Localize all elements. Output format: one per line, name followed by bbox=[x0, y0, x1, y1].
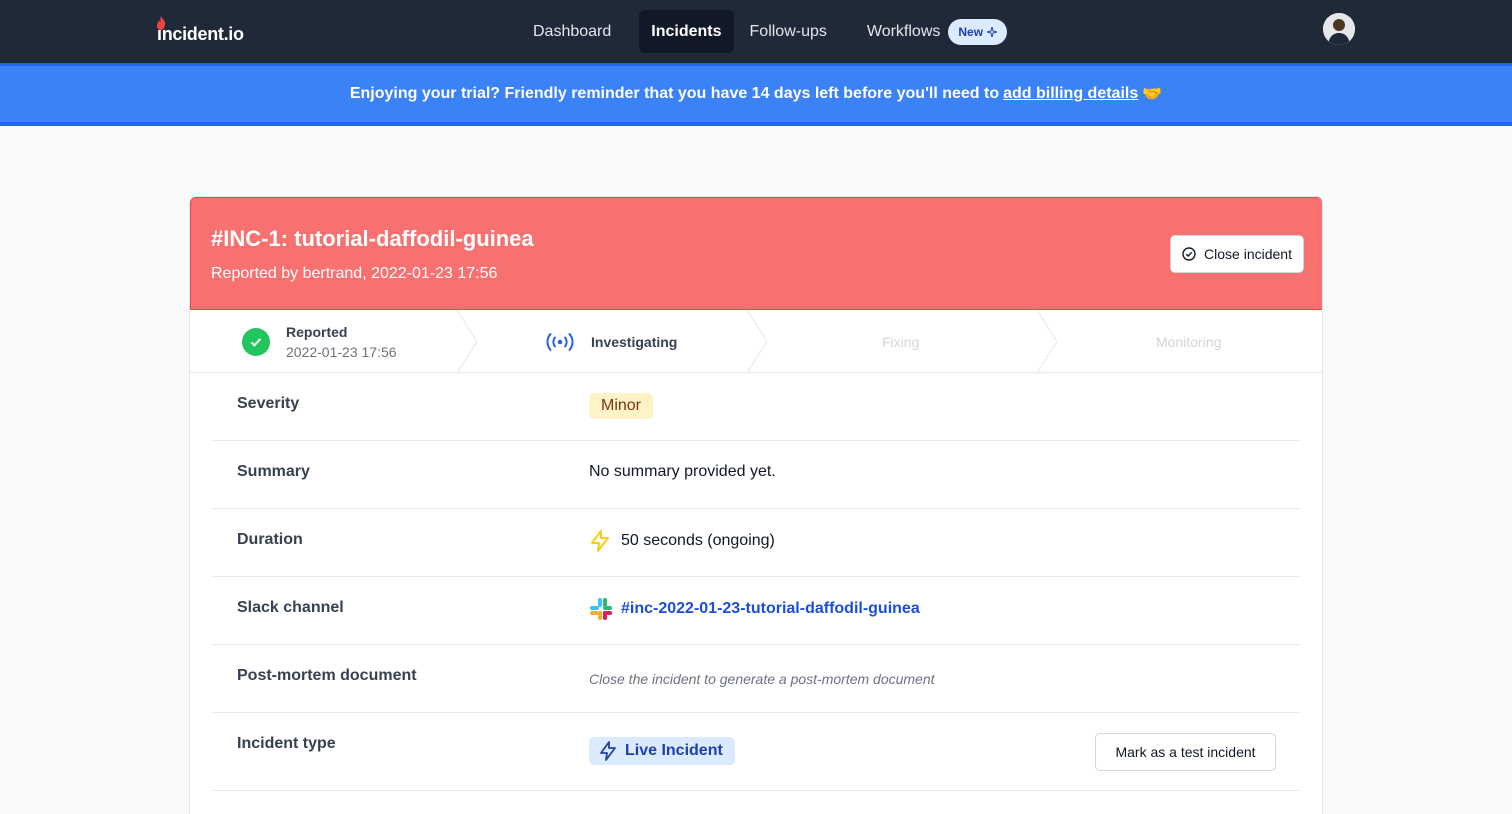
duration-value: 50 seconds (ongoing) bbox=[589, 529, 775, 553]
mark-test-incident-button[interactable]: Mark as a test incident bbox=[1095, 733, 1276, 771]
step-reported-date: 2022-01-23 17:56 bbox=[286, 343, 397, 360]
close-incident-button[interactable]: Close incident bbox=[1170, 235, 1304, 273]
brand-name: incident.io bbox=[157, 24, 244, 44]
user-avatar[interactable] bbox=[1323, 13, 1355, 45]
nav-workflows-label: Workflows bbox=[866, 22, 941, 40]
postmortem-hint: Close the incident to generate a post-mo… bbox=[589, 671, 935, 687]
step-divider bbox=[746, 310, 768, 373]
duration-row: Duration 50 seconds (ongoing) bbox=[212, 509, 1300, 577]
summary-value[interactable]: No summary provided yet. bbox=[589, 463, 776, 481]
slack-channel-link[interactable]: #inc-2022-01-23-tutorial-daffodil-guinea bbox=[621, 600, 920, 618]
severity-badge[interactable]: Minor bbox=[589, 393, 654, 419]
sparkle-icon bbox=[987, 26, 998, 37]
incident-card: #INC-1: tutorial-daffodil-guinea Reporte… bbox=[189, 196, 1323, 814]
avatar-image bbox=[1323, 13, 1355, 45]
slack-icon bbox=[590, 598, 612, 620]
postmortem-label: Post-mortem document bbox=[237, 667, 417, 684]
incident-type-label: Incident type bbox=[237, 735, 336, 752]
postmortem-value: Close the incident to generate a post-mo… bbox=[589, 671, 935, 687]
trial-banner: Enjoying your trial? Friendly reminder t… bbox=[0, 63, 1512, 126]
incident-header: #INC-1: tutorial-daffodil-guinea Reporte… bbox=[190, 197, 1322, 310]
incident-reported-by: Reported by bertrand, 2022-01-23 17:56 bbox=[211, 265, 498, 282]
step-reported-label: Reported bbox=[286, 323, 348, 340]
duration-text: 50 seconds (ongoing) bbox=[621, 532, 775, 549]
status-stepper: Reported 2022-01-23 17:56 Investigating … bbox=[190, 310, 1322, 373]
step-done-icon bbox=[242, 327, 270, 356]
step-monitoring-label: Monitoring bbox=[1156, 333, 1222, 350]
slack-row: Slack channel #inc-2022-01-23-tutorial-d… bbox=[212, 577, 1300, 645]
incident-type-row: Incident type Live Incident Mark as a te… bbox=[212, 713, 1300, 791]
check-circle-icon bbox=[1182, 247, 1196, 261]
severity-label: Severity bbox=[237, 395, 300, 412]
top-navbar: incident.io Dashboard Incidents Follow-u… bbox=[0, 0, 1512, 63]
step-monitoring[interactable]: Monitoring bbox=[1156, 310, 1221, 373]
lightning-icon bbox=[600, 741, 616, 761]
step-investigating-label: Investigating bbox=[591, 333, 678, 350]
severity-value[interactable]: Minor bbox=[589, 393, 654, 419]
main-nav: Dashboard Incidents Follow-ups Workflows… bbox=[521, 10, 1019, 53]
incident-type-value: Live Incident bbox=[589, 737, 735, 765]
step-reported[interactable]: Reported 2022-01-23 17:56 bbox=[242, 310, 397, 373]
live-incident-label: Live Incident bbox=[625, 742, 723, 759]
postmortem-row: Post-mortem document Close the incident … bbox=[212, 645, 1300, 713]
lightning-icon bbox=[591, 530, 609, 552]
new-badge-label: New bbox=[958, 24, 984, 39]
step-fixing[interactable]: Fixing bbox=[882, 310, 919, 373]
nav-incidents[interactable]: Incidents bbox=[639, 10, 734, 53]
handshake-emoji: 🤝 bbox=[1142, 86, 1163, 103]
slack-value[interactable]: #inc-2022-01-23-tutorial-daffodil-guinea bbox=[589, 597, 920, 621]
trial-banner-text: Enjoying your trial? Friendly reminder t… bbox=[349, 85, 1000, 102]
live-incident-badge: Live Incident bbox=[589, 737, 735, 765]
broadcast-icon bbox=[546, 332, 574, 351]
incident-title: #INC-1: tutorial-daffodil-guinea bbox=[211, 226, 534, 251]
nav-dashboard[interactable]: Dashboard bbox=[521, 10, 623, 53]
close-incident-label: Close incident bbox=[1204, 246, 1292, 262]
step-divider bbox=[456, 310, 478, 373]
step-divider bbox=[1036, 310, 1058, 373]
flame-icon bbox=[156, 16, 166, 30]
summary-row: Summary No summary provided yet. bbox=[212, 441, 1300, 509]
slack-label: Slack channel bbox=[237, 599, 344, 616]
duration-label: Duration bbox=[237, 531, 303, 548]
step-fixing-label: Fixing bbox=[882, 333, 920, 350]
brand-logo[interactable]: incident.io bbox=[156, 16, 244, 46]
summary-label: Summary bbox=[237, 463, 310, 480]
nav-workflows[interactable]: Workflows New bbox=[855, 10, 1019, 53]
add-billing-link[interactable]: add billing details bbox=[1003, 85, 1138, 103]
step-investigating[interactable]: Investigating bbox=[545, 310, 677, 373]
severity-row: Severity Minor bbox=[212, 373, 1300, 441]
new-badge: New bbox=[948, 18, 1008, 45]
nav-follow-ups[interactable]: Follow-ups bbox=[738, 10, 839, 53]
